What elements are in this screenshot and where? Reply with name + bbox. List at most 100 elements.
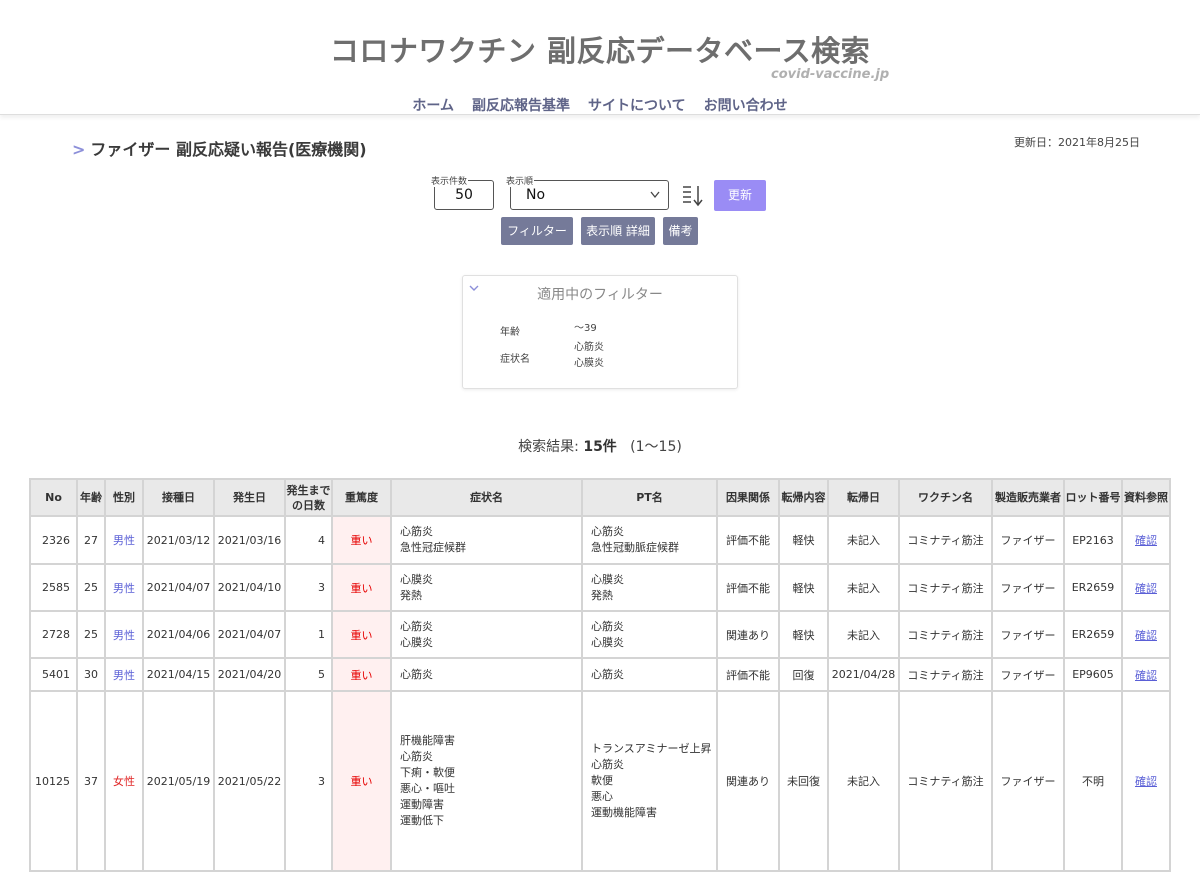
- col-header-sex[interactable]: 性別: [104, 478, 144, 517]
- row-symptoms-line: 心筋炎: [400, 750, 433, 763]
- row-pt-name-line: 急性冠動脈症候群: [591, 541, 679, 554]
- row-lot-number: ER2659: [1063, 563, 1123, 612]
- row-outcome-date: 未記入: [827, 690, 900, 872]
- row-pt-name-line: 軟便: [591, 774, 613, 787]
- row-no: 2728: [29, 610, 78, 659]
- row-vaccine-name: コミナティ筋注: [898, 610, 993, 659]
- row-days-to-onset: 3: [284, 563, 333, 612]
- row-pt-name-line: 運動機能障害: [591, 806, 657, 819]
- row-vaccination-date: 2021/05/19: [142, 690, 215, 872]
- col-header-no[interactable]: No: [29, 478, 78, 517]
- row-onset-date: 2021/03/16: [213, 515, 286, 565]
- chevron-down-icon: [650, 181, 660, 220]
- row-severity: 重い: [331, 563, 392, 612]
- row-manufacturer: ファイザー: [991, 563, 1065, 612]
- row-pt-name-line: 心筋炎: [591, 758, 624, 771]
- col-header-severity[interactable]: 重篤度: [331, 478, 392, 517]
- table-row: 2326 27 男性 2021/03/12 2021/03/16 4 重い 心筋炎 急性冠症候群…: [29, 515, 1171, 565]
- nav-item-home[interactable]: ホーム: [412, 98, 454, 114]
- sex-value: 女性: [113, 775, 135, 788]
- nav-item-contact[interactable]: お問い合わせ: [704, 98, 788, 114]
- display-order-label: 表示順: [505, 174, 535, 187]
- col-header-lot-number[interactable]: ロット番号: [1063, 478, 1123, 517]
- col-header-causality[interactable]: 因果関係: [716, 478, 780, 517]
- col-header-vaccine-name[interactable]: ワクチン名: [898, 478, 993, 517]
- reference-link[interactable]: 確認: [1135, 629, 1157, 642]
- reference-link[interactable]: 確認: [1135, 669, 1157, 682]
- row-reference[interactable]: 確認: [1121, 515, 1171, 565]
- nav-item-about[interactable]: サイトについて: [588, 98, 686, 114]
- col-header-outcome-date[interactable]: 転帰日: [827, 478, 900, 517]
- row-lot-number: ER2659: [1063, 610, 1123, 659]
- reference-link[interactable]: 確認: [1135, 775, 1157, 788]
- site-header: コロナワクチン 副反応データベース検索 covid-vaccine.jp ホーム…: [0, 0, 1200, 115]
- row-age: 25: [76, 563, 106, 612]
- col-header-onset-date[interactable]: 発生日: [213, 478, 286, 517]
- row-vaccine-name: コミナティ筋注: [898, 515, 993, 565]
- row-pt-name: 心筋炎: [581, 657, 718, 692]
- result-label: 検索結果:: [518, 439, 579, 455]
- filter-button[interactable]: フィルター: [501, 217, 573, 245]
- table-body: 2326 27 男性 2021/03/12 2021/03/16 4 重い 心筋炎 急性冠症候群…: [29, 515, 1171, 872]
- row-symptoms-line: 心筋炎: [400, 525, 433, 538]
- row-onset-date: 2021/04/20: [213, 657, 286, 692]
- row-reference[interactable]: 確認: [1121, 563, 1171, 612]
- results-table: No 年齢 性別 接種日 発生日 発生までの日数 重篤度 症状名 PT名 因果関…: [29, 478, 1171, 872]
- page-title: > ファイザー 副反応疑い報告(医療機関): [72, 136, 367, 160]
- row-vaccination-date: 2021/03/12: [142, 515, 215, 565]
- row-days-to-onset: 1: [284, 610, 333, 659]
- filter-symptom-key: 症状名: [500, 354, 530, 365]
- result-range: (1〜15): [630, 439, 682, 455]
- row-age: 25: [76, 610, 106, 659]
- col-header-symptoms[interactable]: 症状名: [390, 478, 583, 517]
- row-causality: 評価不能: [716, 515, 780, 565]
- sex-value: 男性: [113, 534, 135, 547]
- site-title[interactable]: コロナワクチン 副反応データベース検索: [0, 28, 1200, 70]
- row-onset-date: 2021/05/22: [213, 690, 286, 872]
- row-symptoms-line: 肝機能障害: [400, 734, 455, 747]
- sort-direction-icon[interactable]: [682, 184, 704, 208]
- row-pt-name: 心筋炎急性冠動脈症候群: [581, 515, 718, 565]
- row-vaccination-date: 2021/04/06: [142, 610, 215, 659]
- row-pt-name-line: 心筋炎: [591, 619, 624, 633]
- row-causality: 関連あり: [716, 610, 780, 659]
- row-age: 30: [76, 657, 106, 692]
- row-reference[interactable]: 確認: [1121, 690, 1171, 872]
- row-reference[interactable]: 確認: [1121, 610, 1171, 659]
- row-sex: 男性: [104, 657, 144, 692]
- reference-link[interactable]: 確認: [1135, 582, 1157, 595]
- sex-value: 男性: [113, 628, 135, 642]
- col-header-vaccination-date[interactable]: 接種日: [142, 478, 215, 517]
- sex-value: 男性: [113, 581, 135, 595]
- col-header-age[interactable]: 年齢: [76, 478, 106, 517]
- row-reference[interactable]: 確認: [1121, 657, 1171, 692]
- order-detail-button[interactable]: 表示順 詳細: [581, 217, 655, 245]
- main-nav: ホーム 副反応報告基準 サイトについて お問い合わせ: [0, 95, 1200, 115]
- reference-link[interactable]: 確認: [1135, 534, 1157, 547]
- row-sex: 女性: [104, 690, 144, 872]
- update-button[interactable]: 更新: [714, 180, 766, 211]
- nav-item-criteria[interactable]: 副反応報告基準: [472, 98, 570, 114]
- col-header-manufacturer[interactable]: 製造販売業者: [991, 478, 1065, 517]
- row-no: 5401: [29, 657, 78, 692]
- display-order-value: No: [526, 187, 546, 203]
- row-pt-name: 心膜炎 発熱: [581, 563, 718, 612]
- row-symptoms: 心膜炎 発熱: [390, 563, 583, 612]
- row-symptoms: 肝機能障害 心筋炎 下痢・軟便 悪心・嘔吐 運動障害 運動低下: [390, 690, 583, 872]
- col-header-outcome[interactable]: 転帰内容: [778, 478, 829, 517]
- row-pt-name: 心筋炎 心膜炎: [581, 610, 718, 659]
- notes-button[interactable]: 備考: [663, 217, 698, 245]
- col-header-reference[interactable]: 資料参照: [1121, 478, 1171, 517]
- row-pt-name-line: 心筋炎: [591, 667, 624, 681]
- row-lot-number: EP2163: [1063, 515, 1123, 565]
- filter-symptom-values: 心筋炎 心膜炎: [574, 340, 604, 372]
- row-no: 10125: [29, 690, 78, 872]
- col-header-pt-name[interactable]: PT名: [581, 478, 718, 517]
- row-manufacturer: ファイザー: [991, 515, 1065, 565]
- col-header-days-to-onset[interactable]: 発生までの日数: [284, 478, 333, 517]
- filter-panel-title[interactable]: 適用中のフィルター: [463, 284, 737, 304]
- row-days-to-onset: 4: [284, 515, 333, 565]
- row-vaccine-name: コミナティ筋注: [898, 690, 993, 872]
- row-pt-name-line: 心筋炎: [591, 525, 624, 538]
- row-no: 2326: [29, 515, 78, 565]
